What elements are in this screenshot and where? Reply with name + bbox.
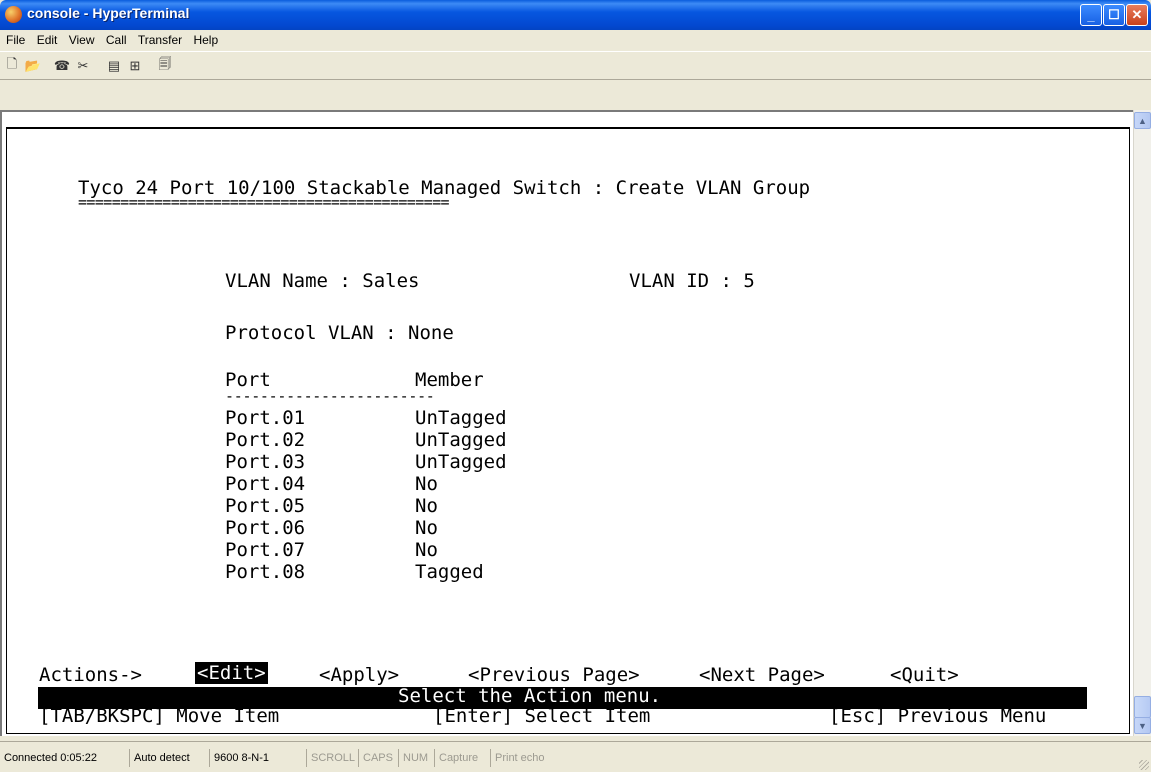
caps-indicator: CAPS <box>358 749 396 767</box>
heading-rule: ========================================… <box>78 193 450 211</box>
scroll-up-button[interactable]: ▲ <box>1134 112 1151 129</box>
maximize-icon: ☐ <box>1108 7 1120 22</box>
menu-transfer[interactable]: Transfer <box>134 30 186 50</box>
protocol-vlan-field[interactable]: Protocol VLAN : None <box>225 322 454 344</box>
send-icon[interactable]: ▤ <box>104 56 124 76</box>
chevron-up-icon: ▲ <box>1138 115 1147 126</box>
action-previous-page[interactable]: <Previous Page> <box>468 664 640 686</box>
menu-view[interactable]: View <box>65 30 99 50</box>
action-quit[interactable]: <Quit> <box>890 664 959 686</box>
close-button[interactable]: ✕ <box>1126 4 1148 26</box>
status-message: Select the Action menu. <box>398 685 662 707</box>
new-connection-icon[interactable]: 🗋 <box>2 56 22 76</box>
terminal-screen[interactable]: Tyco 24 Port 10/100 Stackable Managed Sw… <box>6 127 1130 734</box>
table-rule: ------------------------ <box>225 387 435 405</box>
port-label: Port.05 <box>225 495 306 517</box>
port-label: Port.01 <box>225 407 306 429</box>
port-label: Port.07 <box>225 539 306 561</box>
scroll-thumb[interactable] <box>1134 696 1151 718</box>
menu-edit[interactable]: Edit <box>33 30 62 50</box>
member-value[interactable]: Tagged <box>415 561 484 583</box>
port-settings: 9600 8-N-1 <box>209 749 279 767</box>
print-echo-indicator: Print echo <box>490 749 720 767</box>
member-value[interactable]: No <box>415 517 438 539</box>
menu-call[interactable]: Call <box>102 30 131 50</box>
scroll-indicator: SCROLL <box>306 749 356 767</box>
help-previous-menu: [Esc] Previous Menu <box>829 705 1047 727</box>
toolbar-gap <box>0 80 1133 110</box>
capture-indicator: Capture <box>434 749 488 767</box>
hyperterminal-app-icon[interactable] <box>5 6 22 23</box>
properties-icon[interactable]: 🗐 <box>155 56 175 76</box>
disconnect-icon[interactable]: ✂ <box>73 56 93 76</box>
menu-file[interactable]: File <box>2 30 29 50</box>
member-value[interactable]: UnTagged <box>415 429 507 451</box>
menu-help[interactable]: Help <box>189 30 222 50</box>
vlan-name-field[interactable]: VLAN Name : Sales <box>225 270 419 292</box>
receive-icon[interactable]: ⊞ <box>125 56 145 76</box>
actions-label: Actions-> <box>39 664 142 686</box>
port-label: Port.04 <box>225 473 306 495</box>
connection-time: Connected 0:05:22 <box>4 752 97 764</box>
member-value[interactable]: UnTagged <box>415 451 507 473</box>
call-icon[interactable]: ☎ <box>52 56 72 76</box>
help-move-item: [TAB/BKSPC] Move Item <box>39 705 280 727</box>
port-label: Port.02 <box>225 429 306 451</box>
minimize-icon: _ <box>1087 7 1095 23</box>
action-apply[interactable]: <Apply> <box>319 664 399 686</box>
num-indicator: NUM <box>398 749 432 767</box>
menu-bar: File Edit View Call Transfer Help <box>0 30 1151 50</box>
window-title: console - HyperTerminal <box>27 5 190 21</box>
port-label: Port.08 <box>225 561 306 583</box>
chevron-down-icon: ▼ <box>1138 720 1147 731</box>
vertical-scrollbar[interactable]: ▲ ▼ <box>1133 110 1151 736</box>
action-edit[interactable]: <Edit> <box>195 662 268 684</box>
vlan-id-field[interactable]: VLAN ID : 5 <box>629 270 755 292</box>
maximize-button[interactable]: ☐ <box>1103 4 1125 26</box>
member-value[interactable]: No <box>415 495 438 517</box>
status-bar: Connected 0:05:22 Auto detect 9600 8-N-1… <box>0 741 1151 772</box>
help-select-item: [Enter] Select Item <box>433 705 651 727</box>
member-value[interactable]: No <box>415 539 438 561</box>
title-bar: console - HyperTerminal _ ☐ ✕ <box>0 0 1151 30</box>
port-label: Port.06 <box>225 517 306 539</box>
toolbar: 🗋 📂 ☎ ✂ ▤ ⊞ 🗐 <box>0 51 1151 80</box>
member-value[interactable]: No <box>415 473 438 495</box>
resize-grip-icon[interactable] <box>1139 760 1149 770</box>
port-label: Port.03 <box>225 451 306 473</box>
action-next-page[interactable]: <Next Page> <box>699 664 825 686</box>
member-value[interactable]: UnTagged <box>415 407 507 429</box>
terminal-window[interactable]: Tyco 24 Port 10/100 Stackable Managed Sw… <box>0 110 1133 736</box>
minimize-button[interactable]: _ <box>1080 4 1102 26</box>
detect-mode: Auto detect <box>129 749 205 767</box>
close-icon: ✕ <box>1131 7 1143 22</box>
scroll-down-button[interactable]: ▼ <box>1134 717 1151 734</box>
open-icon[interactable]: 📂 <box>23 56 43 76</box>
